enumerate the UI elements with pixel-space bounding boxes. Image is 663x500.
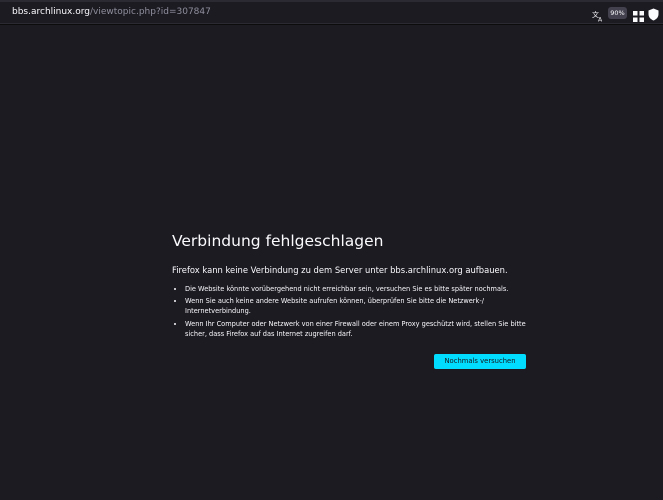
list-item: Wenn Sie auch keine andere Website aufru… [185, 296, 527, 316]
list-item: Die Website könnte vorübergehend nicht e… [185, 284, 527, 294]
url-path: /viewtopic.php?id=307847 [90, 7, 211, 17]
list-item: Wenn Ihr Computer oder Netzwerk von eine… [185, 319, 527, 339]
error-title: Verbindung fehlgeschlagen [172, 232, 384, 250]
extensions-grid-icon[interactable] [633, 7, 644, 22]
error-intro: Firefox kann keine Verbindung zu dem Ser… [172, 265, 508, 275]
translate-icon[interactable]: 文 A [592, 7, 604, 24]
svg-text:A: A [598, 17, 603, 23]
url-text[interactable]: bbs.archlinux.org/viewtopic.php?id=30784… [12, 6, 211, 18]
browser-toolbar: bbs.archlinux.org/viewtopic.php?id=30784… [0, 0, 663, 25]
error-page: Verbindung fehlgeschlagen Firefox kann k… [172, 230, 527, 341]
shield-icon[interactable] [648, 6, 659, 21]
url-bar[interactable]: bbs.archlinux.org/viewtopic.php?id=30784… [0, 2, 663, 24]
url-domain: bbs.archlinux.org [12, 7, 91, 17]
zoom-level-badge[interactable]: 90% [608, 7, 627, 19]
error-suggestions-list: Die Website könnte vorübergehend nicht e… [172, 284, 527, 339]
retry-button[interactable]: Nochmals versuchen [434, 354, 526, 369]
